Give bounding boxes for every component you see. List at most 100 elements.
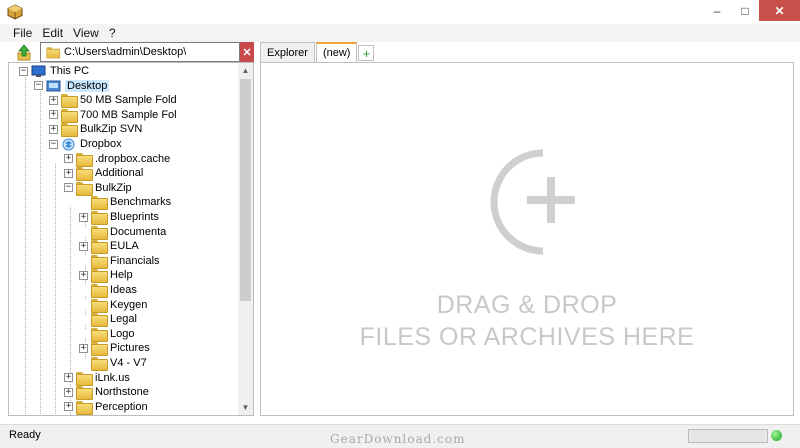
folder-icon — [76, 181, 93, 196]
tree-item[interactable]: + Help — [79, 268, 133, 284]
tree-item-label: Legal — [110, 313, 137, 326]
expand-icon[interactable]: + — [64, 373, 73, 383]
tree-item[interactable]: + Blueprints — [79, 210, 159, 225]
tree-scrollbar[interactable]: ▲ ▼ — [238, 63, 253, 415]
tree-item[interactable]: +700 MB Sample Fol — [49, 108, 177, 123]
computer-icon — [31, 65, 46, 77]
tree-item[interactable]: − This PC — [19, 64, 89, 78]
tree-item[interactable]: − BulkZip — [64, 181, 132, 196]
tree-leaf-spacer — [79, 314, 88, 324]
tree-item[interactable]: + Pictures — [79, 341, 150, 357]
expand-icon[interactable]: + — [64, 402, 73, 412]
menu-edit[interactable]: Edit — [37, 26, 68, 40]
expand-icon[interactable]: + — [79, 241, 88, 251]
expand-icon[interactable]: + — [79, 270, 88, 280]
add-tab-button[interactable]: + — [358, 45, 375, 61]
tree-item-label: Benchmarks — [110, 196, 172, 209]
minimize-button[interactable]: – — [703, 0, 731, 21]
expand-icon[interactable]: + — [79, 343, 88, 353]
tree-item[interactable]: + iLnk.us — [64, 371, 130, 386]
drop-hint-line1: DRAG & DROP — [436, 291, 618, 319]
status-led-icon — [771, 430, 782, 441]
folder-icon — [91, 269, 108, 284]
tree-item-label: Help — [110, 269, 133, 282]
expand-icon[interactable]: + — [64, 154, 73, 164]
tree-item[interactable]: + — [64, 414, 95, 415]
tree-item-label: Dropbox — [80, 138, 122, 150]
tree-leaf-spacer — [79, 227, 88, 237]
tab-explorer[interactable]: Explorer — [260, 42, 315, 62]
drop-zone[interactable]: DRAG & DROP FILES OR ARCHIVES HERE — [260, 62, 794, 416]
collapse-icon[interactable]: − — [49, 139, 58, 149]
tree-item-label: This PC — [50, 65, 90, 77]
tree-leaf-spacer — [79, 358, 88, 368]
tree-leaf-spacer — [79, 300, 88, 310]
up-folder-button[interactable] — [8, 42, 40, 64]
tab-new[interactable]: (new) — [315, 42, 358, 62]
folder-icon — [91, 357, 108, 371]
folder-icon — [91, 342, 108, 357]
expand-icon[interactable]: + — [49, 124, 58, 134]
tree-item[interactable]: − Desktop — [34, 79, 110, 93]
tree-item[interactable]: + Northstone — [64, 385, 149, 401]
tree-item[interactable]: Logo — [79, 327, 134, 342]
tree-item[interactable]: Benchmarks — [79, 195, 172, 211]
expand-icon[interactable]: + — [79, 212, 88, 222]
tree-item[interactable]: Documenta — [79, 225, 167, 240]
tree-item-label: 50 MB Sample Fold — [80, 94, 177, 107]
menu-file[interactable]: File — [8, 26, 37, 40]
tree-item[interactable]: + Perception — [64, 400, 148, 415]
tree-item[interactable]: Financials — [79, 254, 160, 269]
tree-item[interactable]: − Dropbox — [49, 137, 122, 151]
app-icon[interactable] — [7, 4, 23, 20]
tree-leaf-spacer — [79, 285, 88, 295]
drop-hint-line2: FILES OR ARCHIVES HERE — [359, 323, 695, 351]
tree-item[interactable]: Legal — [79, 312, 137, 328]
folder-icon — [91, 298, 108, 313]
folder-icon — [91, 225, 108, 240]
tree-item[interactable]: + Additional — [64, 166, 143, 182]
tree-item-label: Keygen — [110, 298, 148, 311]
watermark: GearDownload.com — [330, 432, 466, 446]
scroll-thumb[interactable] — [240, 79, 251, 301]
tree-item[interactable]: + .dropbox.cache — [64, 152, 171, 167]
maximize-button[interactable]: □ — [731, 0, 759, 21]
folder-icon — [91, 327, 108, 342]
desktop-folder-icon — [46, 80, 61, 92]
collapse-icon[interactable]: − — [64, 183, 73, 193]
tree-item[interactable]: + EULA — [79, 239, 139, 255]
folder-icon — [91, 211, 108, 225]
expand-icon[interactable]: + — [64, 168, 73, 178]
folder-icon — [61, 108, 78, 123]
menu-help[interactable]: ? — [104, 26, 121, 40]
folder-icon — [76, 371, 93, 386]
folder-icon — [76, 386, 93, 401]
tree-leaf-spacer — [79, 197, 88, 207]
tree-item[interactable]: Keygen — [79, 298, 148, 313]
folder-tree[interactable]: − This PC − Desktop +50 MB Sample Fold +700 M… — [8, 62, 254, 416]
tree-item-label: EULA — [110, 240, 139, 253]
expand-icon[interactable]: + — [49, 110, 58, 120]
tree-item-label: Documenta — [110, 225, 167, 238]
scroll-up-icon[interactable]: ▲ — [238, 63, 253, 78]
menu-view[interactable]: View — [68, 26, 104, 40]
archive-pane: Explorer (new) + DRAG & DROP FILES OR AR… — [260, 42, 794, 416]
tree-item-label: .dropbox.cache — [95, 152, 171, 165]
folder-icon — [46, 47, 61, 59]
folder-icon — [91, 240, 108, 255]
status-text: Ready — [9, 429, 41, 441]
close-button[interactable]: ✕ — [759, 0, 800, 21]
tree-item[interactable]: V4 - V7 — [79, 356, 147, 371]
path-input[interactable]: C:\Users\admin\Desktop\ — [40, 42, 240, 62]
tree-item-label: Financials — [110, 254, 160, 267]
tree-item[interactable]: + BulkZip SVN — [49, 122, 142, 138]
collapse-icon[interactable]: − — [34, 81, 43, 91]
expand-icon[interactable]: + — [49, 95, 58, 105]
expand-icon[interactable]: + — [64, 387, 73, 397]
scroll-down-icon[interactable]: ▼ — [238, 400, 253, 415]
tree-item[interactable]: +50 MB Sample Fold — [49, 93, 177, 109]
tree-item[interactable]: Ideas — [79, 283, 137, 298]
clear-path-button[interactable]: ✕ — [240, 42, 254, 62]
folder-tree-items: − This PC − Desktop +50 MB Sample Fold +700 M… — [9, 63, 239, 415]
collapse-icon[interactable]: − — [19, 66, 28, 76]
